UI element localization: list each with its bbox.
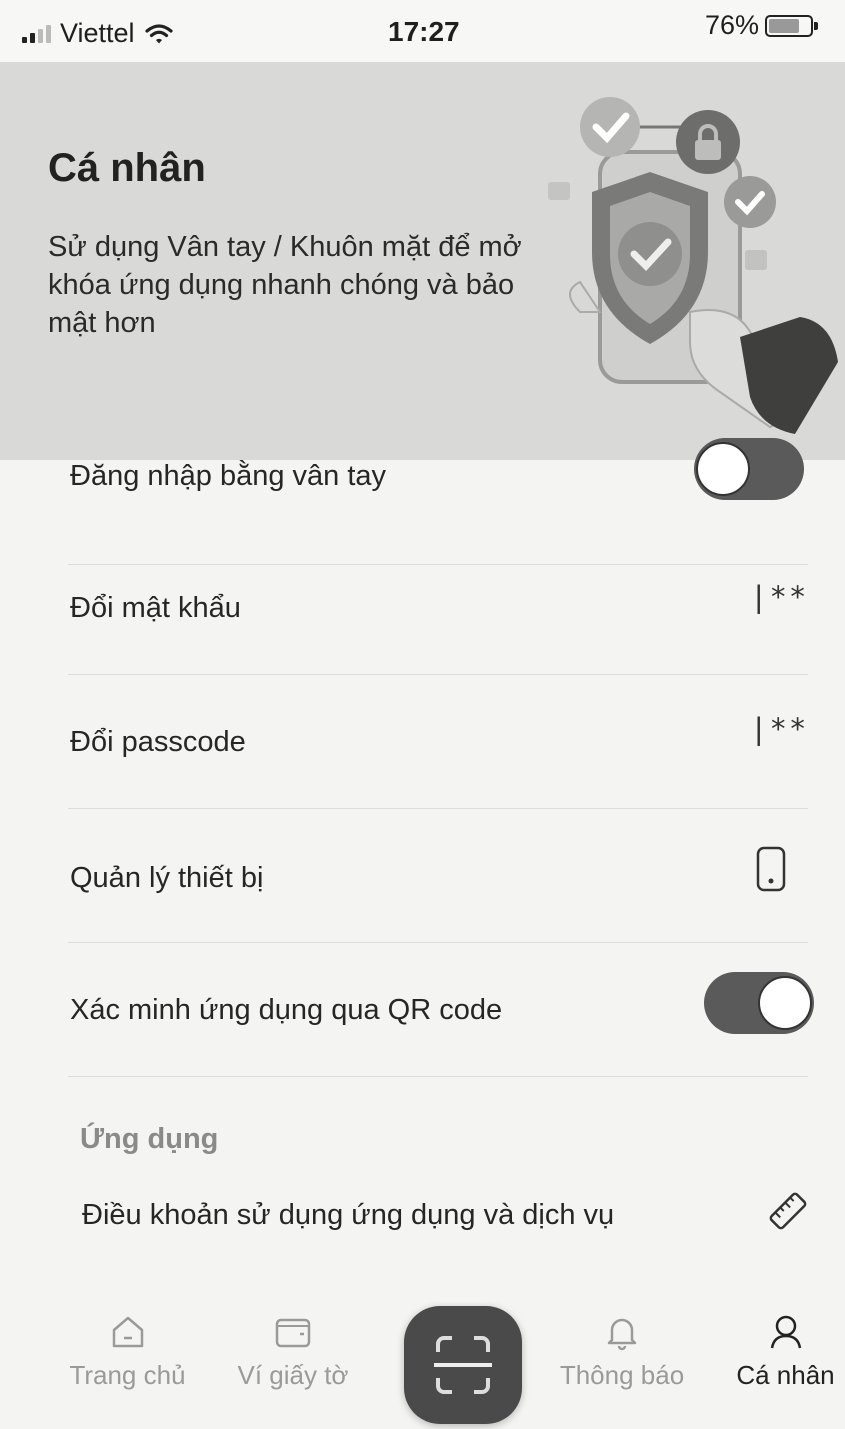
settings-row-label: Đăng nhập bằng vân tay — [70, 460, 387, 492]
signal-icon — [22, 24, 51, 43]
battery-level — [769, 18, 800, 33]
tab-label: Trang chủ — [69, 1360, 186, 1390]
bell-icon — [607, 1318, 637, 1351]
scan-qr-icon — [434, 1336, 492, 1394]
battery-percent: 76% — [705, 10, 760, 40]
settings-row-label: Xác minh ứng dụng qua QR code — [70, 994, 503, 1026]
toggle-knob — [758, 976, 812, 1030]
user-icon — [770, 1315, 801, 1349]
passcode-icon: |** — [750, 712, 809, 746]
toggle-knob — [696, 442, 750, 496]
security-shield-phone-icon — [548, 97, 838, 434]
tab-wallet[interactable]: Ví giấy tờ — [228, 1312, 358, 1391]
wallet-icon — [275, 1318, 311, 1348]
settings-row-label: Đổi mật khẩu — [70, 592, 241, 624]
tab-label: Ví giấy tờ — [237, 1360, 349, 1390]
status-time: 17:27 — [388, 16, 460, 47]
tab-notifications[interactable]: Thông báo — [548, 1312, 696, 1391]
settings-row-change-password[interactable]: Đổi mật khẩu |** — [68, 540, 808, 675]
tab-bar: Trang chủ Ví giấy tờ Thông báo Cá nhân — [0, 1290, 845, 1424]
qr-verify-toggle[interactable] — [704, 972, 814, 1034]
status-bar: Viettel 17:27 76% — [0, 0, 845, 62]
scan-button[interactable] — [404, 1306, 522, 1424]
phone-icon — [756, 846, 786, 892]
terms-of-service-row[interactable]: Điều khoản sử dụng ứng dụng và dịch vụ — [80, 1192, 820, 1245]
home-icon — [112, 1316, 143, 1348]
tab-profile[interactable]: Cá nhân — [728, 1312, 843, 1391]
settings-row-change-passcode[interactable]: Đổi passcode |** — [68, 674, 808, 809]
hero-banner: Cá nhân Sử dụng Vân tay / Khuôn mặt để m… — [0, 62, 845, 460]
battery-icon — [765, 14, 819, 37]
tab-label: Thông báo — [559, 1360, 685, 1390]
section-header-app: Ứng dụng — [80, 1123, 219, 1155]
wifi-icon — [144, 23, 173, 43]
fingerprint-login-toggle[interactable] — [694, 438, 804, 500]
settings-row-device-management[interactable]: Quản lý thiết bị — [68, 808, 808, 943]
page-title: Cá nhân — [48, 146, 206, 190]
tab-label: Cá nhân — [736, 1360, 835, 1390]
settings-row-label: Quản lý thiết bị — [70, 862, 264, 894]
status-left: Viettel — [22, 18, 173, 49]
settings-row-label: Đổi passcode — [70, 726, 246, 758]
password-icon: |** — [750, 580, 809, 614]
carrier-name: Viettel — [60, 18, 135, 48]
hero-description: Sử dụng Vân tay / Khuôn mặt để mở khóa ứ… — [48, 231, 522, 339]
settings-row-qr-verify[interactable]: Xác minh ứng dụng qua QR code — [68, 942, 814, 1077]
tab-home[interactable]: Trang chủ — [60, 1312, 195, 1391]
terms-label: Điều khoản sử dụng ứng dụng và dịch vụ — [82, 1199, 615, 1231]
status-right: 76% — [705, 10, 819, 41]
ruler-icon — [769, 1192, 807, 1230]
